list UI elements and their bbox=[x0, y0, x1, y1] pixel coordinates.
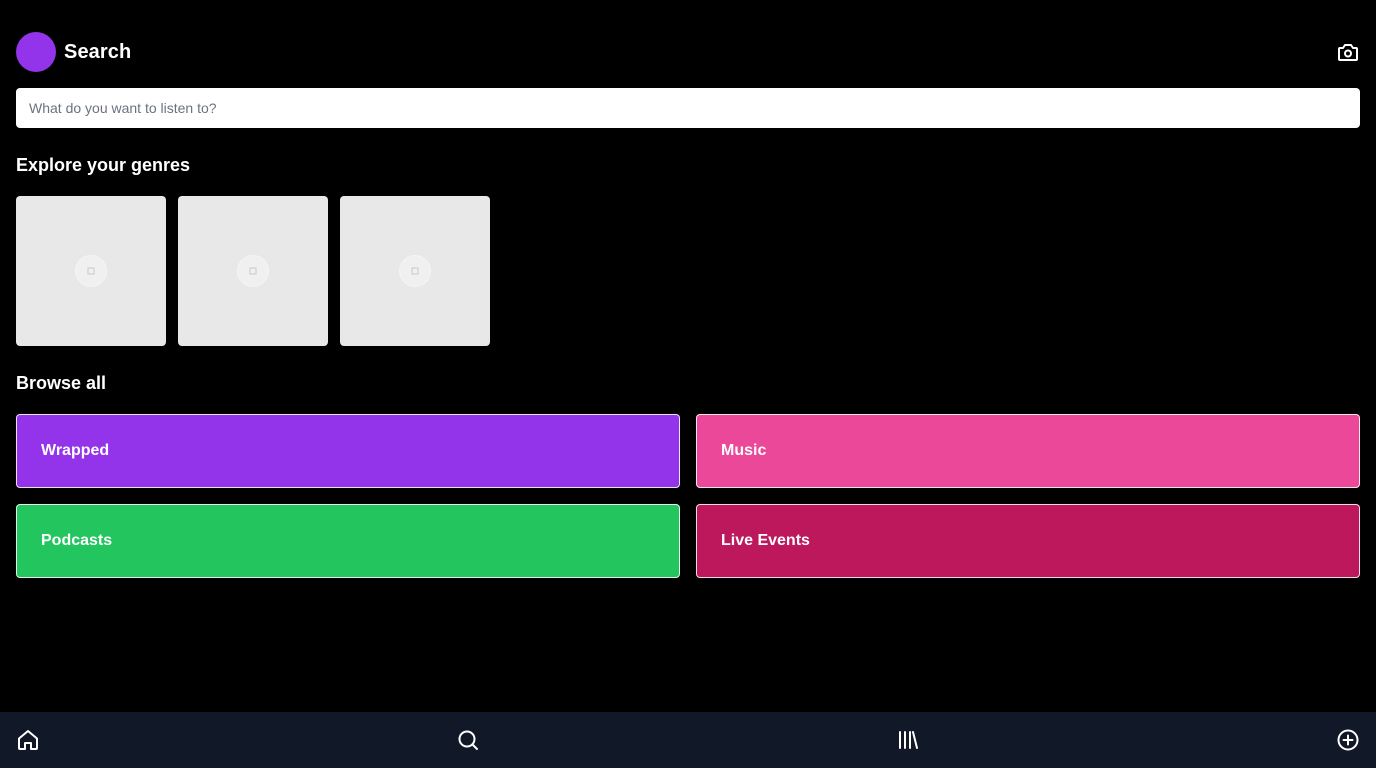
search-icon[interactable] bbox=[456, 728, 480, 752]
search-page: Search Explore your genres bbox=[0, 0, 1376, 768]
image-placeholder-icon bbox=[75, 255, 107, 287]
search-input[interactable] bbox=[29, 88, 1347, 128]
genres-list bbox=[16, 196, 490, 346]
genre-card[interactable] bbox=[340, 196, 490, 346]
add-circle-icon[interactable] bbox=[1336, 728, 1360, 752]
image-placeholder-icon bbox=[237, 255, 269, 287]
home-icon[interactable] bbox=[16, 728, 40, 752]
search-box bbox=[16, 88, 1360, 128]
bottom-nav bbox=[0, 712, 1376, 768]
genre-card[interactable] bbox=[178, 196, 328, 346]
browse-grid: Wrapped Music Podcasts Live Events bbox=[16, 414, 1360, 578]
genres-section-title: Explore your genres bbox=[16, 155, 191, 175]
genre-card[interactable] bbox=[16, 196, 166, 346]
category-music[interactable]: Music bbox=[696, 414, 1360, 488]
category-label: Live Events bbox=[721, 532, 810, 549]
category-label: Wrapped bbox=[41, 442, 110, 459]
category-label: Music bbox=[721, 442, 767, 459]
library-icon[interactable] bbox=[896, 728, 920, 752]
category-label: Podcasts bbox=[41, 532, 113, 549]
category-live-events[interactable]: Live Events bbox=[696, 504, 1360, 578]
image-placeholder-icon bbox=[399, 255, 431, 287]
avatar[interactable] bbox=[16, 32, 56, 72]
category-podcasts[interactable]: Podcasts bbox=[16, 504, 680, 578]
header-left: Search bbox=[16, 32, 131, 72]
page-title: Search bbox=[64, 40, 132, 63]
category-wrapped[interactable]: Wrapped bbox=[16, 414, 680, 488]
header: Search bbox=[16, 32, 1360, 72]
camera-icon[interactable] bbox=[1336, 40, 1360, 64]
browse-section-title: Browse all bbox=[16, 373, 107, 393]
